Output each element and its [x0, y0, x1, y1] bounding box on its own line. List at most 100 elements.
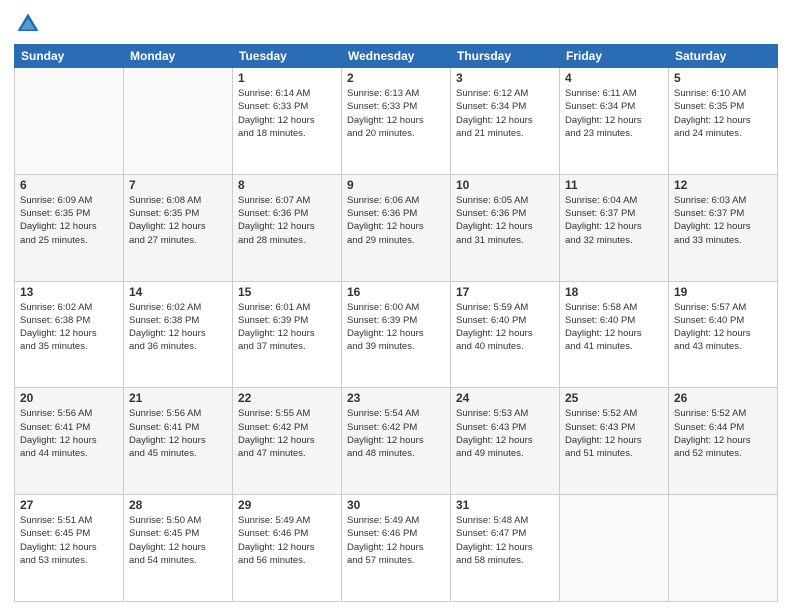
- day-info: Sunrise: 6:02 AM Sunset: 6:38 PM Dayligh…: [20, 301, 118, 354]
- day-number: 1: [238, 71, 336, 85]
- day-info: Sunrise: 5:48 AM Sunset: 6:47 PM Dayligh…: [456, 514, 554, 567]
- column-header-saturday: Saturday: [669, 45, 778, 68]
- day-number: 25: [565, 391, 663, 405]
- day-info: Sunrise: 6:11 AM Sunset: 6:34 PM Dayligh…: [565, 87, 663, 140]
- day-info: Sunrise: 6:08 AM Sunset: 6:35 PM Dayligh…: [129, 194, 227, 247]
- day-number: 24: [456, 391, 554, 405]
- calendar-cell: 29 Sunrise: 5:49 AM Sunset: 6:46 PM Dayli…: [233, 495, 342, 602]
- calendar-cell: 13Sunrise: 6:02 AM Sunset: 6:38 PM Dayli…: [15, 281, 124, 388]
- calendar-cell: 15 Sunrise: 6:01 AM Sunset: 6:39 PM Dayli…: [233, 281, 342, 388]
- day-number: 7: [129, 178, 227, 192]
- calendar-cell: 3 Sunrise: 6:12 AM Sunset: 6:34 PM Daylig…: [451, 68, 560, 175]
- day-number: 17: [456, 285, 554, 299]
- calendar-cell: 1 Sunrise: 6:14 AM Sunset: 6:33 PM Daylig…: [233, 68, 342, 175]
- day-info: Sunrise: 5:55 AM Sunset: 6:42 PM Dayligh…: [238, 407, 336, 460]
- day-info: Sunrise: 5:49 AM Sunset: 6:46 PM Dayligh…: [238, 514, 336, 567]
- day-number: 16: [347, 285, 445, 299]
- day-info: Sunrise: 5:51 AM Sunset: 6:45 PM Dayligh…: [20, 514, 118, 567]
- calendar-cell: 9 Sunrise: 6:06 AM Sunset: 6:36 PM Daylig…: [342, 174, 451, 281]
- day-info: Sunrise: 6:05 AM Sunset: 6:36 PM Dayligh…: [456, 194, 554, 247]
- day-info: Sunrise: 6:13 AM Sunset: 6:33 PM Dayligh…: [347, 87, 445, 140]
- calendar-cell: 27Sunrise: 5:51 AM Sunset: 6:45 PM Dayli…: [15, 495, 124, 602]
- calendar-cell: 6 Sunrise: 6:09 AM Sunset: 6:35 PM Daylig…: [15, 174, 124, 281]
- calendar-cell: 22Sunrise: 5:55 AM Sunset: 6:42 PM Dayli…: [233, 388, 342, 495]
- calendar-cell: 18 Sunrise: 5:58 AM Sunset: 6:40 PM Dayli…: [560, 281, 669, 388]
- column-header-tuesday: Tuesday: [233, 45, 342, 68]
- day-number: 19: [674, 285, 772, 299]
- calendar-row-3: 20 Sunrise: 5:56 AM Sunset: 6:41 PM Dayli…: [15, 388, 778, 495]
- day-number: 23: [347, 391, 445, 405]
- calendar-cell: [669, 495, 778, 602]
- day-info: Sunrise: 6:02 AM Sunset: 6:38 PM Dayligh…: [129, 301, 227, 354]
- calendar-cell: 26Sunrise: 5:52 AM Sunset: 6:44 PM Dayli…: [669, 388, 778, 495]
- day-info: Sunrise: 5:56 AM Sunset: 6:41 PM Dayligh…: [129, 407, 227, 460]
- day-info: Sunrise: 6:07 AM Sunset: 6:36 PM Dayligh…: [238, 194, 336, 247]
- header: [14, 10, 778, 38]
- logo: [14, 10, 46, 38]
- calendar-cell: 17 Sunrise: 5:59 AM Sunset: 6:40 PM Dayli…: [451, 281, 560, 388]
- calendar-body: 1 Sunrise: 6:14 AM Sunset: 6:33 PM Daylig…: [15, 68, 778, 602]
- calendar-row-0: 1 Sunrise: 6:14 AM Sunset: 6:33 PM Daylig…: [15, 68, 778, 175]
- day-number: 4: [565, 71, 663, 85]
- calendar-cell: 10Sunrise: 6:05 AM Sunset: 6:36 PM Dayli…: [451, 174, 560, 281]
- calendar-cell: 5Sunrise: 6:10 AM Sunset: 6:35 PM Daylig…: [669, 68, 778, 175]
- day-number: 12: [674, 178, 772, 192]
- day-number: 28: [129, 498, 227, 512]
- calendar-cell: 14 Sunrise: 6:02 AM Sunset: 6:38 PM Dayli…: [124, 281, 233, 388]
- day-info: Sunrise: 5:56 AM Sunset: 6:41 PM Dayligh…: [20, 407, 118, 460]
- day-info: Sunrise: 6:10 AM Sunset: 6:35 PM Dayligh…: [674, 87, 772, 140]
- day-info: Sunrise: 6:00 AM Sunset: 6:39 PM Dayligh…: [347, 301, 445, 354]
- day-number: 15: [238, 285, 336, 299]
- day-number: 18: [565, 285, 663, 299]
- column-header-wednesday: Wednesday: [342, 45, 451, 68]
- day-number: 31: [456, 498, 554, 512]
- day-info: Sunrise: 5:50 AM Sunset: 6:45 PM Dayligh…: [129, 514, 227, 567]
- calendar-row-2: 13Sunrise: 6:02 AM Sunset: 6:38 PM Dayli…: [15, 281, 778, 388]
- column-header-sunday: Sunday: [15, 45, 124, 68]
- calendar-row-4: 27Sunrise: 5:51 AM Sunset: 6:45 PM Dayli…: [15, 495, 778, 602]
- day-number: 30: [347, 498, 445, 512]
- day-number: 6: [20, 178, 118, 192]
- calendar-cell: 12 Sunrise: 6:03 AM Sunset: 6:37 PM Dayli…: [669, 174, 778, 281]
- day-info: Sunrise: 5:57 AM Sunset: 6:40 PM Dayligh…: [674, 301, 772, 354]
- day-number: 20: [20, 391, 118, 405]
- day-info: Sunrise: 6:01 AM Sunset: 6:39 PM Dayligh…: [238, 301, 336, 354]
- day-info: Sunrise: 5:59 AM Sunset: 6:40 PM Dayligh…: [456, 301, 554, 354]
- day-number: 14: [129, 285, 227, 299]
- day-number: 3: [456, 71, 554, 85]
- day-number: 29: [238, 498, 336, 512]
- day-number: 21: [129, 391, 227, 405]
- calendar-row-1: 6 Sunrise: 6:09 AM Sunset: 6:35 PM Daylig…: [15, 174, 778, 281]
- calendar-table: SundayMondayTuesdayWednesdayThursdayFrid…: [14, 44, 778, 602]
- calendar-cell: [124, 68, 233, 175]
- day-info: Sunrise: 5:49 AM Sunset: 6:46 PM Dayligh…: [347, 514, 445, 567]
- calendar-cell: [560, 495, 669, 602]
- calendar-cell: 4 Sunrise: 6:11 AM Sunset: 6:34 PM Daylig…: [560, 68, 669, 175]
- calendar-cell: 8 Sunrise: 6:07 AM Sunset: 6:36 PM Daylig…: [233, 174, 342, 281]
- day-info: Sunrise: 5:54 AM Sunset: 6:42 PM Dayligh…: [347, 407, 445, 460]
- day-info: Sunrise: 6:09 AM Sunset: 6:35 PM Dayligh…: [20, 194, 118, 247]
- day-number: 9: [347, 178, 445, 192]
- column-header-monday: Monday: [124, 45, 233, 68]
- calendar-cell: [15, 68, 124, 175]
- column-header-thursday: Thursday: [451, 45, 560, 68]
- calendar-cell: 19 Sunrise: 5:57 AM Sunset: 6:40 PM Dayli…: [669, 281, 778, 388]
- calendar-cell: 11Sunrise: 6:04 AM Sunset: 6:37 PM Dayli…: [560, 174, 669, 281]
- calendar-cell: 20 Sunrise: 5:56 AM Sunset: 6:41 PM Dayli…: [15, 388, 124, 495]
- calendar-cell: 30 Sunrise: 5:49 AM Sunset: 6:46 PM Dayli…: [342, 495, 451, 602]
- calendar-cell: 2Sunrise: 6:13 AM Sunset: 6:33 PM Daylig…: [342, 68, 451, 175]
- day-info: Sunrise: 6:12 AM Sunset: 6:34 PM Dayligh…: [456, 87, 554, 140]
- day-number: 8: [238, 178, 336, 192]
- calendar-cell: 16 Sunrise: 6:00 AM Sunset: 6:39 PM Dayli…: [342, 281, 451, 388]
- logo-icon: [14, 10, 42, 38]
- day-number: 11: [565, 178, 663, 192]
- day-info: Sunrise: 5:58 AM Sunset: 6:40 PM Dayligh…: [565, 301, 663, 354]
- calendar-cell: 28 Sunrise: 5:50 AM Sunset: 6:45 PM Dayli…: [124, 495, 233, 602]
- day-info: Sunrise: 6:06 AM Sunset: 6:36 PM Dayligh…: [347, 194, 445, 247]
- day-info: Sunrise: 6:03 AM Sunset: 6:37 PM Dayligh…: [674, 194, 772, 247]
- day-info: Sunrise: 5:52 AM Sunset: 6:43 PM Dayligh…: [565, 407, 663, 460]
- day-info: Sunrise: 6:14 AM Sunset: 6:33 PM Dayligh…: [238, 87, 336, 140]
- calendar-cell: 31 Sunrise: 5:48 AM Sunset: 6:47 PM Dayli…: [451, 495, 560, 602]
- day-number: 26: [674, 391, 772, 405]
- calendar-cell: 21 Sunrise: 5:56 AM Sunset: 6:41 PM Dayli…: [124, 388, 233, 495]
